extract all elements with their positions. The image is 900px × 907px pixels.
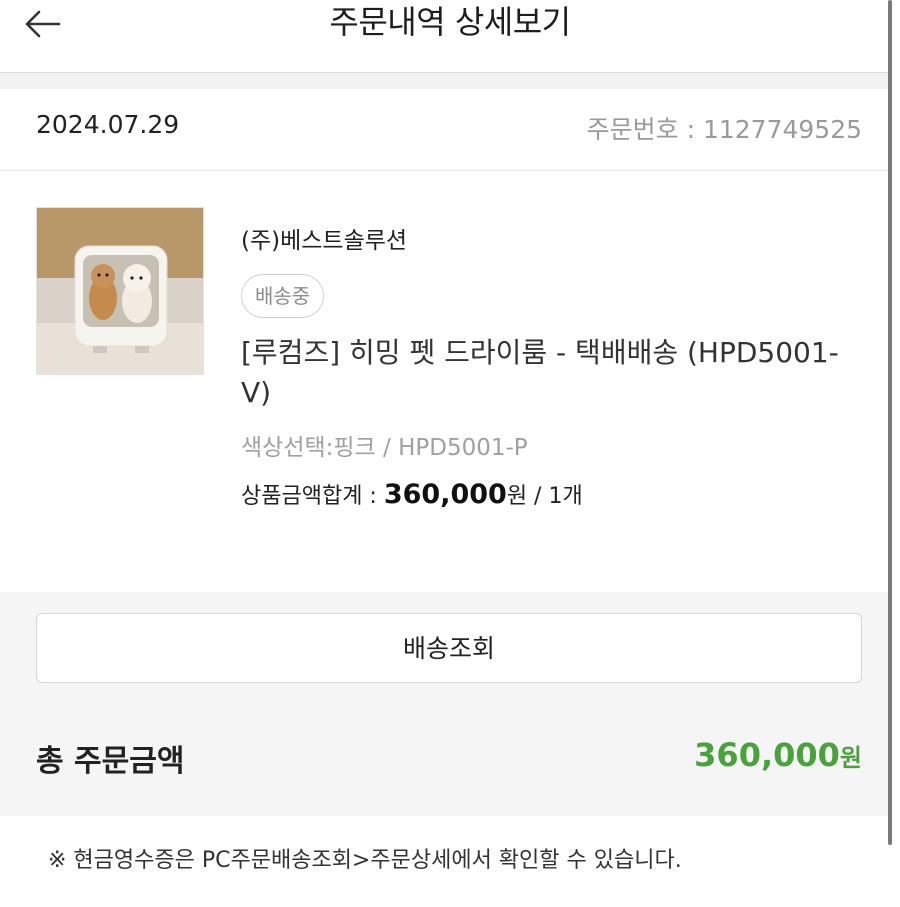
product-option: 색상선택:핑크 / HPD5001-P (241, 435, 528, 461)
seller-name: (주)베스트솔루션 (241, 228, 408, 254)
order-date: 2024.07.29 (36, 110, 180, 139)
status-badge: 배송중 (241, 274, 325, 318)
total-amount-unit: 원 (839, 744, 862, 772)
page-title: 주문내역 상세보기 (329, 3, 571, 41)
price-value: 360,000 (383, 479, 507, 510)
total-amount: 360,000원 (694, 736, 862, 774)
price-label: 상품금액합계 : (241, 484, 384, 509)
total-label: 총 주문금액 (36, 744, 185, 779)
receipt-notice: ※ 현금영수증은 PC주문배송조회>주문상세에서 확인할 수 있습니다. (48, 848, 682, 873)
divider-band (0, 72, 890, 89)
order-info-row: 2024.07.29 주문번호 : 1127749525 (0, 88, 890, 171)
price-suffix: 원 / 1개 (506, 484, 583, 509)
price-summary: 상품금액합계 : 360,000원 / 1개 (241, 478, 583, 510)
product-name[interactable]: [루컴즈] 히밍 펫 드라이룸 - 택배배송 (HPD5001-V) (241, 333, 841, 413)
total-amount-value: 360,000 (694, 736, 840, 774)
scrollbar[interactable] (888, 0, 892, 845)
tracking-button[interactable]: 배송조회 (36, 613, 862, 683)
product-image (37, 208, 203, 374)
top-bar: 주문내역 상세보기 (0, 0, 890, 72)
product-thumbnail[interactable] (36, 207, 204, 375)
order-number: 주문번호 : 1127749525 (586, 115, 862, 144)
